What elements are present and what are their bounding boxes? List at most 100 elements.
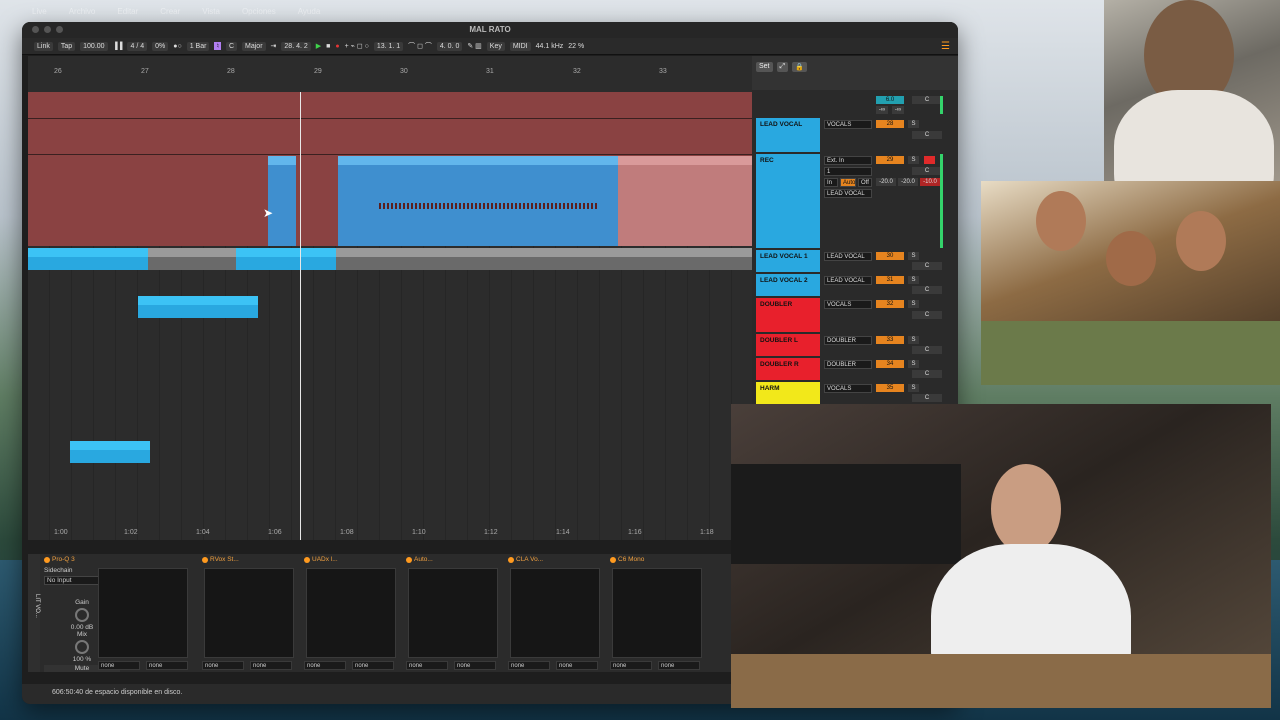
solo-button[interactable]: S xyxy=(908,300,919,308)
time-ruler[interactable]: 1:00 1:02 1:04 1:06 1:08 1:10 1:12 1:14 … xyxy=(28,526,752,540)
scale-select[interactable]: Major xyxy=(242,41,266,51)
audio-clip[interactable]: REC 6 xyxy=(336,248,752,270)
audio-clip[interactable]: REC 11 xyxy=(358,156,618,246)
bar-ruler[interactable]: 26 27 28 29 30 31 32 33 xyxy=(28,64,752,78)
arm-record-button[interactable] xyxy=(924,156,935,164)
track-pan[interactable]: C xyxy=(912,131,942,139)
hamburger-menu-icon[interactable]: ☰ xyxy=(941,41,950,52)
scale-icon[interactable]: ♮ xyxy=(214,42,221,50)
track-header-doubler-l[interactable]: DOUBLER L xyxy=(756,334,820,356)
sidechain-select[interactable]: none xyxy=(146,661,188,670)
master-pan[interactable]: C xyxy=(912,96,942,104)
tap-button[interactable]: Tap xyxy=(57,41,76,51)
track-header-rec[interactable]: REC xyxy=(756,154,820,248)
metronome-icon[interactable]: ▐▐ xyxy=(113,43,123,50)
device-header[interactable]: Auto... xyxy=(404,554,502,565)
sidechain-select[interactable]: none xyxy=(508,661,550,670)
monitor-auto-button[interactable]: Auto xyxy=(840,178,856,187)
lock-icon[interactable]: 🔒 xyxy=(792,62,807,72)
track-routing[interactable]: VOCALS xyxy=(824,300,872,309)
plugin-display[interactable] xyxy=(408,568,498,658)
loop-length[interactable]: 4. 0. 0 xyxy=(436,41,463,51)
device-header[interactable]: RVox St... xyxy=(200,554,298,565)
menu-ayuda[interactable]: Ayuda xyxy=(298,7,321,16)
audio-clip[interactable]: REC 5 xyxy=(268,156,296,246)
mix-knob[interactable] xyxy=(75,640,89,654)
audio-clip[interactable]: REC 4 xyxy=(236,248,336,270)
close-icon[interactable] xyxy=(32,26,39,33)
track-routing[interactable]: LEAD VOCAL xyxy=(824,252,872,261)
track-header-lead-vocal-1[interactable]: LEAD VOCAL 1 xyxy=(756,250,820,272)
solo-button[interactable]: S xyxy=(908,156,919,164)
track-pan[interactable]: C xyxy=(912,346,942,354)
solo-button[interactable]: S xyxy=(908,252,919,260)
time-signature[interactable]: 4 / 4 xyxy=(127,41,148,51)
input-channel[interactable]: 1 xyxy=(824,167,872,176)
audio-clip[interactable]: REC xyxy=(338,156,360,246)
output-routing[interactable]: LEAD VOCAL xyxy=(824,189,872,198)
sidechain-select[interactable]: none xyxy=(352,661,394,670)
track-pan[interactable]: C xyxy=(912,311,942,319)
menu-live[interactable]: Live xyxy=(32,7,47,16)
track-routing[interactable]: VOCALS xyxy=(824,120,872,129)
solo-button[interactable]: S xyxy=(908,384,919,392)
play-icon[interactable]: ▶ xyxy=(316,42,321,50)
plugin-display[interactable] xyxy=(204,568,294,658)
monitor-in-button[interactable]: In xyxy=(824,178,838,187)
audio-clip[interactable]: REC 32 xyxy=(28,248,68,270)
menu-crear[interactable]: Crear xyxy=(160,7,180,16)
track-routing[interactable]: VOCALS xyxy=(824,384,872,393)
track-routing[interactable]: LEAD VOCAL xyxy=(824,276,872,285)
audio-clip[interactable]: REC 22 xyxy=(618,156,752,246)
sidechain-select[interactable]: none xyxy=(610,661,652,670)
sidechain-select[interactable]: none xyxy=(658,661,700,670)
quantize-select[interactable]: 1 Bar xyxy=(186,41,210,51)
track-header-doubler-r[interactable]: DOUBLER R xyxy=(756,358,820,380)
track-volume[interactable]: 29 xyxy=(876,156,904,164)
solo-button[interactable]: S xyxy=(908,276,919,284)
power-icon[interactable] xyxy=(202,556,208,563)
menu-archivo[interactable]: Archivo xyxy=(69,7,96,16)
track-volume[interactable]: 33 xyxy=(876,336,904,344)
sidechain-select[interactable]: none xyxy=(406,661,448,670)
track-header-lead-vocal-2[interactable]: LEAD VOCAL 2 xyxy=(756,274,820,296)
menu-opciones[interactable]: Opciones xyxy=(242,7,276,16)
track-volume[interactable]: 34 xyxy=(876,360,904,368)
input-type[interactable]: Ext. In xyxy=(824,156,872,165)
sidechain-select[interactable]: none xyxy=(98,661,140,670)
track-header-lead-vocal[interactable]: LEAD VOCAL xyxy=(756,118,820,152)
key-select[interactable]: C xyxy=(225,41,238,51)
master-volume[interactable]: 6.0 xyxy=(876,96,904,104)
track-pan[interactable]: C xyxy=(912,370,942,378)
stop-icon[interactable]: ■ xyxy=(326,43,330,50)
minimize-icon[interactable] xyxy=(44,26,51,33)
device-header[interactable]: UADx l... xyxy=(302,554,400,565)
plugin-display[interactable] xyxy=(510,568,600,658)
track-pan[interactable]: C xyxy=(912,394,942,402)
set-button[interactable]: Set xyxy=(756,62,773,72)
swing-field[interactable]: 0% xyxy=(152,41,169,51)
power-icon[interactable] xyxy=(406,556,412,563)
draw-mode-icon[interactable]: ✎ ▥ xyxy=(467,42,481,50)
track-volume[interactable]: 30 xyxy=(876,252,904,260)
overdub-icon[interactable]: + ⌁ ◻ ○ xyxy=(345,42,369,50)
sidechain-select[interactable]: none xyxy=(454,661,496,670)
audio-clip[interactable]: REC 16 xyxy=(68,248,148,270)
power-icon[interactable] xyxy=(44,556,50,563)
track-header-doubler[interactable]: DOUBLER xyxy=(756,298,820,332)
track-volume[interactable]: 32 xyxy=(876,300,904,308)
audio-clip[interactable]: REC 30 xyxy=(138,296,258,318)
track-volume[interactable]: 35 xyxy=(876,384,904,392)
sidechain-select[interactable]: none xyxy=(202,661,244,670)
key-map-button[interactable]: Key xyxy=(486,41,505,51)
track-header-harm[interactable]: HARM xyxy=(756,382,820,404)
plugin-display[interactable] xyxy=(306,568,396,658)
zoom-icon[interactable] xyxy=(56,26,63,33)
record-icon[interactable]: ● xyxy=(335,43,339,50)
device-header[interactable]: CLA Vo... xyxy=(506,554,604,565)
track-routing[interactable]: DOUBLER xyxy=(824,360,872,369)
plugin-display[interactable] xyxy=(98,568,188,658)
gain-knob[interactable] xyxy=(75,608,89,622)
loop-start[interactable]: 13. 1. 1 xyxy=(373,41,404,51)
audio-clip[interactable]: REC 5 xyxy=(70,441,150,463)
